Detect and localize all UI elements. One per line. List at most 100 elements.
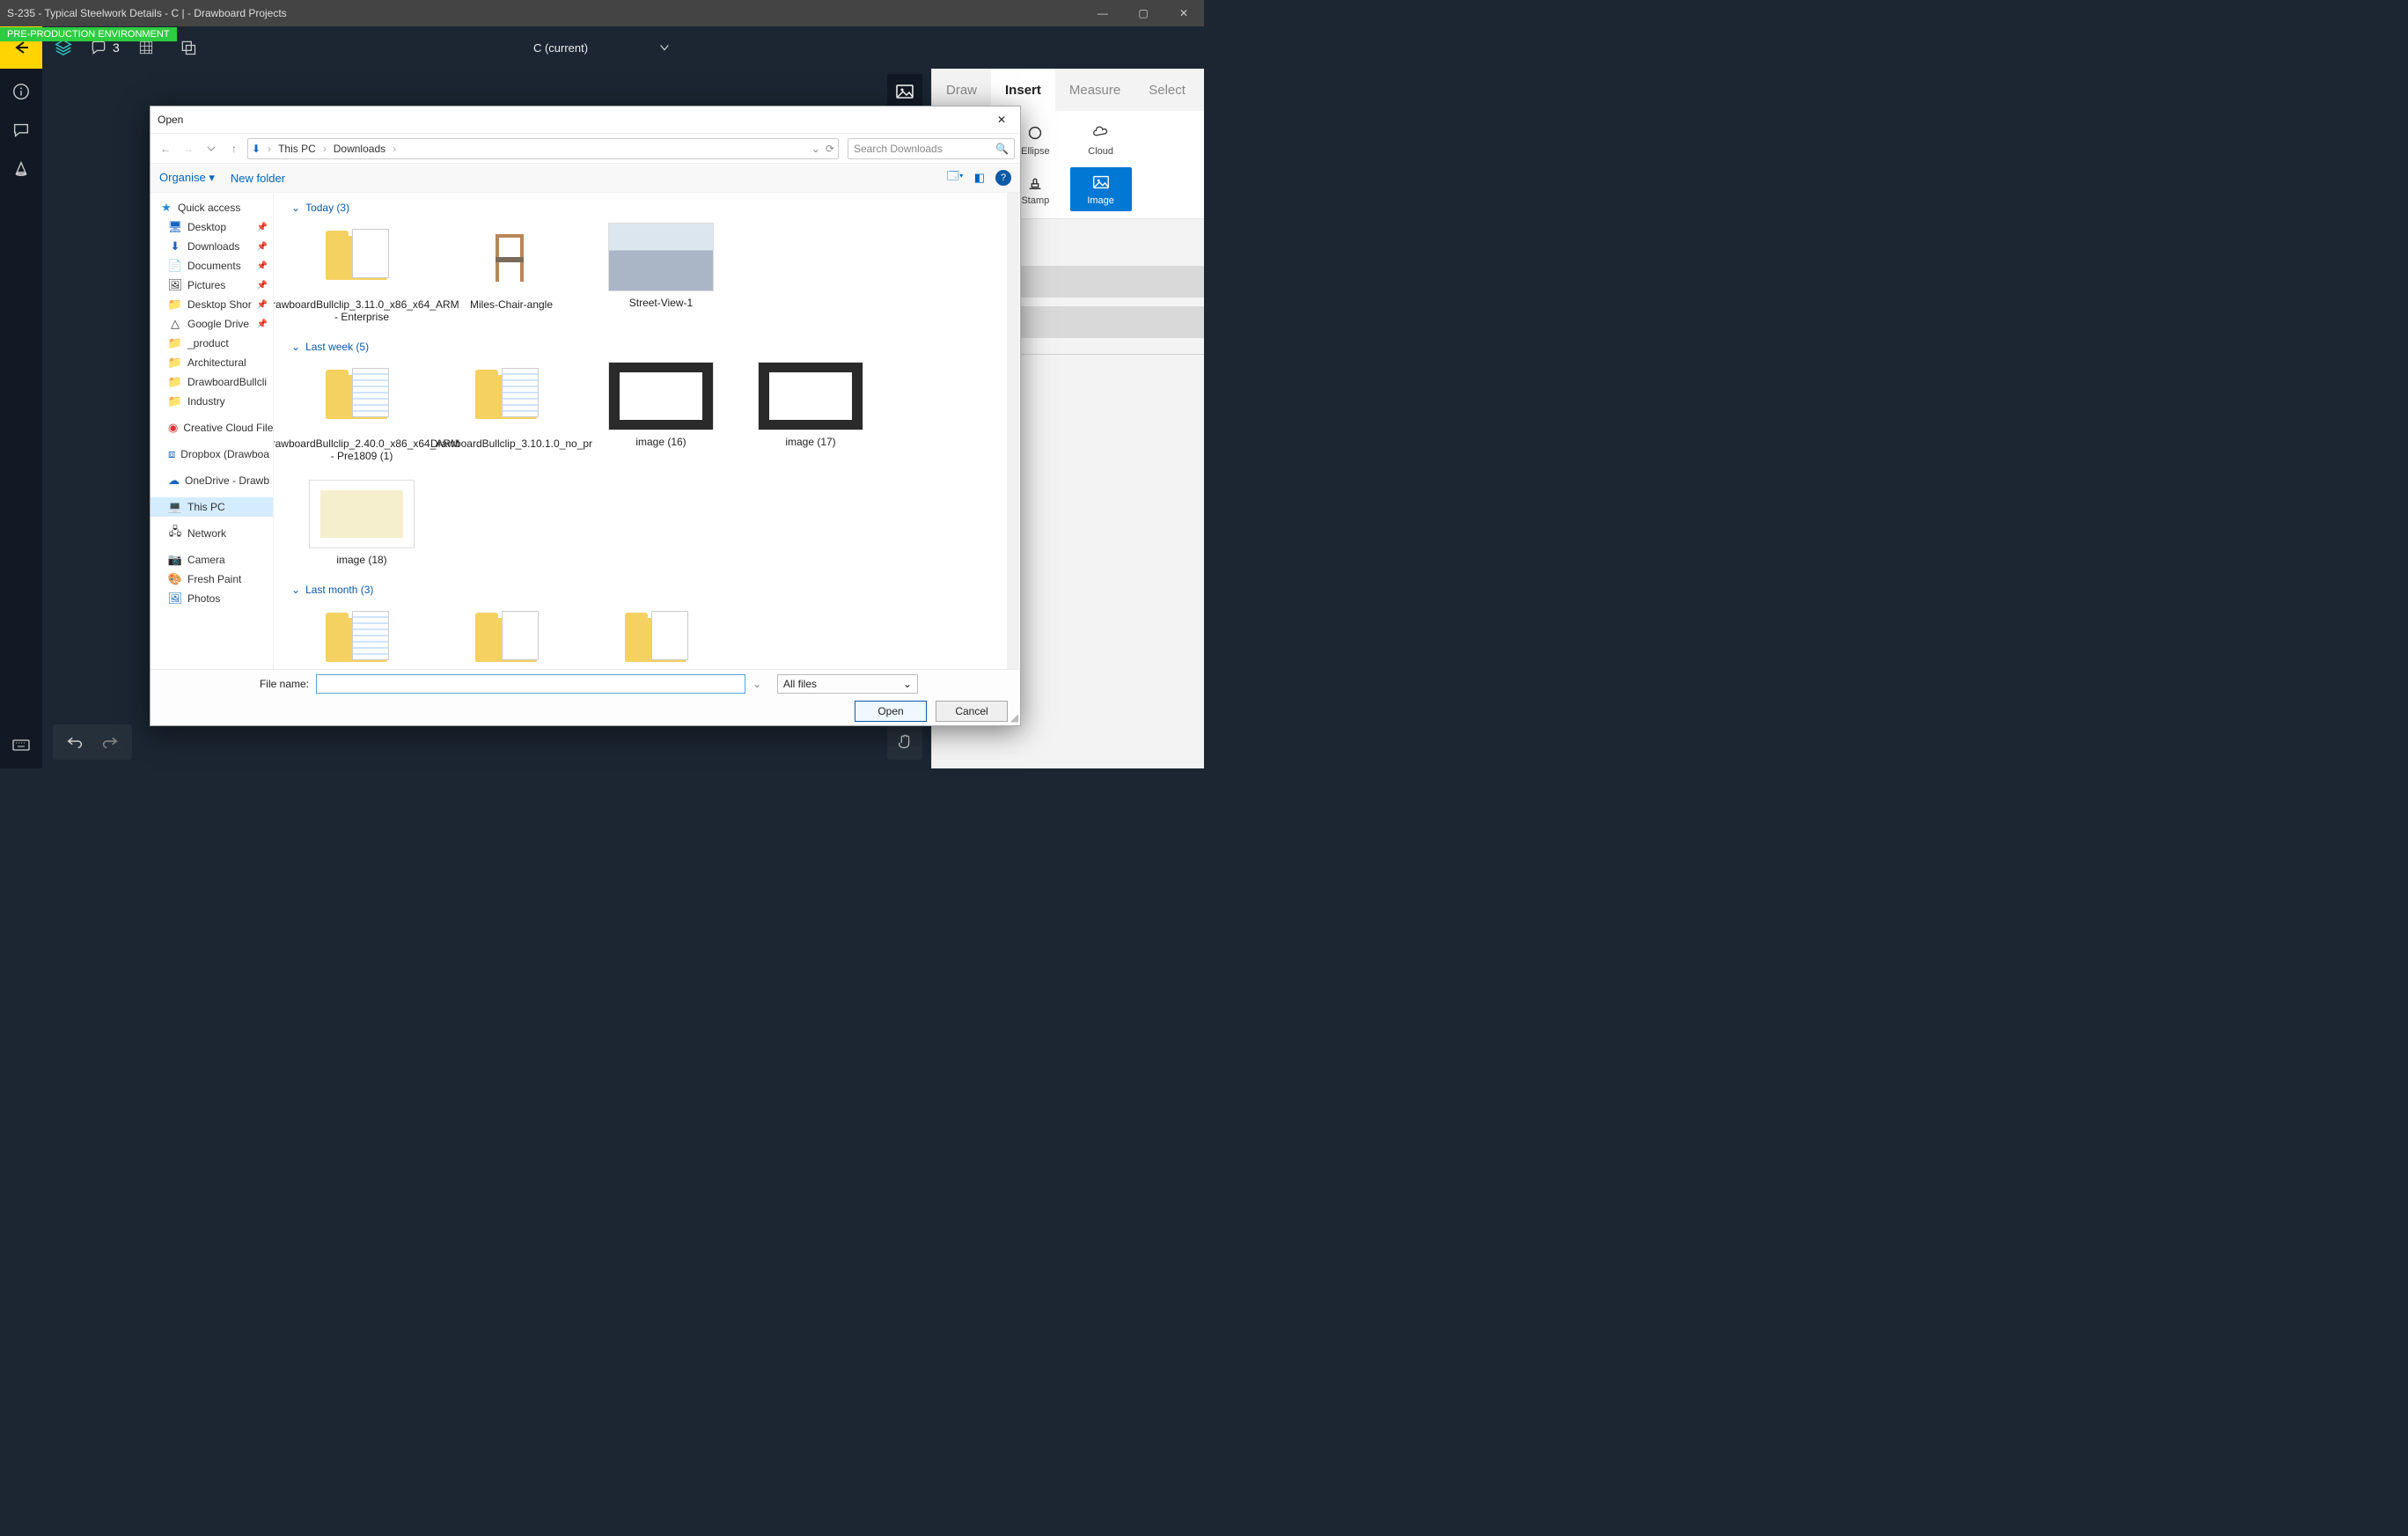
left-sidebar (0, 69, 42, 768)
sidebar-desktop-shortcut[interactable]: 📁Desktop Shor📌 (150, 295, 273, 314)
redo-button[interactable] (100, 731, 120, 753)
pin-icon: 📌 (257, 261, 268, 271)
view-mode-button[interactable]: 🗔▾ (947, 168, 964, 187)
group-lastmonth[interactable]: ⌄ Last month (3) (283, 580, 1011, 601)
tool-cloud[interactable]: Cloud (1070, 118, 1132, 162)
dialog-nav: ← → ↑ ⬇ › This PC › Downloads › ⌄ ⟳ Sear… (150, 133, 1020, 163)
file-item[interactable] (300, 605, 423, 669)
undo-redo-strip (53, 724, 132, 760)
comment-icon (90, 39, 107, 56)
sidebar-pictures[interactable]: 🖼Pictures📌 (150, 276, 273, 295)
sidebar-product[interactable]: 📁_product (150, 334, 273, 353)
sidebar-industry[interactable]: 📁Industry (150, 392, 273, 411)
sidebar-creative-cloud[interactable]: ◉Creative Cloud File (150, 418, 273, 437)
breadcrumb-dropdown[interactable]: ⌄ (811, 143, 820, 155)
info-icon (11, 82, 31, 101)
sidebar-freshpaint[interactable]: 🎨Fresh Paint (150, 570, 273, 589)
undo-button[interactable] (65, 731, 84, 753)
sidebar-camera[interactable]: 📷Camera (150, 550, 273, 570)
pin-icon: 📌 (257, 281, 268, 290)
stamp-icon (1025, 173, 1045, 192)
image-icon (1091, 173, 1111, 192)
dialog-close-button[interactable]: ✕ (990, 114, 1013, 126)
tab-draw[interactable]: Draw (932, 69, 991, 111)
minimize-button[interactable]: — (1083, 0, 1123, 26)
file-name: image (18) (336, 554, 386, 566)
camera-icon: 📷 (168, 553, 182, 567)
file-item[interactable]: image (18) (300, 480, 423, 566)
tab-select[interactable]: Select (1134, 69, 1200, 111)
sidebar-dropbox[interactable]: ⧈Dropbox (Drawboa (150, 445, 273, 464)
help-button[interactable]: ? (995, 170, 1011, 186)
search-placeholder: Search Downloads (854, 143, 943, 155)
filetype-select[interactable]: All files⌄ (777, 674, 918, 694)
sidebar-documents[interactable]: 📄Documents📌 (150, 256, 273, 276)
cancel-button[interactable]: Cancel (936, 701, 1008, 722)
env-badge: PRE-PRODUCTION ENVIRONMENT (0, 27, 177, 41)
resize-grip[interactable]: ◢ (1010, 711, 1018, 724)
nav-recent-button[interactable] (202, 139, 221, 158)
sidebar-network[interactable]: 🖧Network (150, 524, 273, 543)
chat-button[interactable] (11, 120, 32, 141)
group-today[interactable]: ⌄ Today (3) (283, 198, 1011, 219)
download-icon: ⬇ (168, 239, 182, 254)
dialog-tools: Organise ▾ New folder 🗔▾ ◧ ? (150, 163, 1020, 193)
folder-icon: 📁 (168, 375, 182, 389)
crumb-thispc[interactable]: This PC (278, 143, 316, 155)
screenshot-thumbnail (608, 362, 714, 430)
nav-up-button[interactable]: ↑ (224, 139, 244, 158)
pin-icon: 📌 (257, 223, 268, 232)
sidebar-photos[interactable]: 🖼Photos (150, 589, 273, 608)
sidebar-onedrive[interactable]: ☁OneDrive - Drawb (150, 471, 273, 490)
maximize-button[interactable]: ▢ (1123, 0, 1164, 26)
pan-tool[interactable] (887, 724, 922, 760)
file-item[interactable]: Street-View-1 (599, 223, 723, 323)
scrollbar-vert[interactable] (1007, 193, 1019, 669)
sidebar-drawboardbullcli[interactable]: 📁DrawboardBullcli (150, 372, 273, 392)
keyboard-button[interactable] (11, 734, 32, 758)
photos-icon: 🖼 (168, 592, 182, 606)
file-name: Street-View-1 (629, 297, 693, 309)
file-item[interactable] (450, 605, 573, 669)
nav-back-button[interactable]: ← (156, 139, 175, 158)
new-folder-button[interactable]: New folder (231, 172, 285, 185)
dialog-body: ★Quick access 🖥Desktop📌 ⬇Downloads📌 📄Doc… (150, 193, 1020, 669)
image-tool-trigger[interactable] (887, 74, 922, 109)
close-button[interactable]: ✕ (1164, 0, 1204, 26)
sidebar-this-pc[interactable]: 💻This PC (150, 497, 273, 517)
file-item[interactable]: image (16) (599, 362, 723, 462)
search-input[interactable]: Search Downloads 🔍 (848, 138, 1015, 159)
sidebar-architectural[interactable]: 📁Architectural (150, 353, 273, 372)
info-button[interactable] (11, 81, 32, 102)
filename-dropdown[interactable]: ⌄ (752, 678, 761, 690)
breadcrumb[interactable]: › This PC › Downloads › (261, 138, 403, 159)
document-selector[interactable]: C (current) (533, 41, 671, 55)
refresh-button[interactable]: ⟳ (826, 143, 834, 155)
sidebar-quick-access[interactable]: ★Quick access (150, 198, 273, 217)
filename-input[interactable] (316, 674, 745, 694)
organise-menu[interactable]: Organise ▾ (159, 171, 215, 185)
tab-insert[interactable]: Insert (991, 69, 1055, 111)
file-item[interactable]: DrawboardBullclip_3.11.0_x86_x64_ARM - E… (300, 223, 423, 323)
window-controls: — ▢ ✕ (1083, 0, 1204, 26)
open-button[interactable]: Open (855, 701, 927, 722)
nav-forward-button[interactable]: → (179, 139, 198, 158)
sidebar-google-drive[interactable]: △Google Drive📌 (150, 314, 273, 334)
file-item[interactable]: DrawboardBullclip_2.40.0_x86_x64_ARM - P… (300, 362, 423, 462)
file-item[interactable]: DrawboardBullclip_3.10.1.0_no_pr (450, 362, 573, 462)
ellipse-icon (1025, 123, 1045, 143)
sidebar-desktop[interactable]: 🖥Desktop📌 (150, 217, 273, 237)
file-item[interactable]: Miles-Chair-angle (450, 223, 573, 323)
tab-measure[interactable]: Measure (1055, 69, 1134, 111)
file-item[interactable]: image (17) (749, 362, 872, 462)
file-name: DrawboardBullclip_3.10.1.0_no_pr (430, 437, 592, 450)
file-item[interactable] (599, 605, 723, 669)
file-name: DrawboardBullclip_3.11.0_x86_x64_ARM - E… (274, 298, 459, 323)
sidebar-downloads[interactable]: ⬇Downloads📌 (150, 237, 273, 256)
tool-image[interactable]: Image (1070, 167, 1132, 211)
file-open-dialog: Open ✕ ← → ↑ ⬇ › This PC › Downloads › ⌄… (150, 106, 1021, 726)
group-lastweek[interactable]: ⌄ Last week (5) (283, 337, 1011, 358)
preview-pane-button[interactable]: ◧ (974, 171, 985, 185)
markup-button[interactable] (11, 158, 32, 180)
crumb-downloads[interactable]: Downloads (334, 143, 385, 155)
